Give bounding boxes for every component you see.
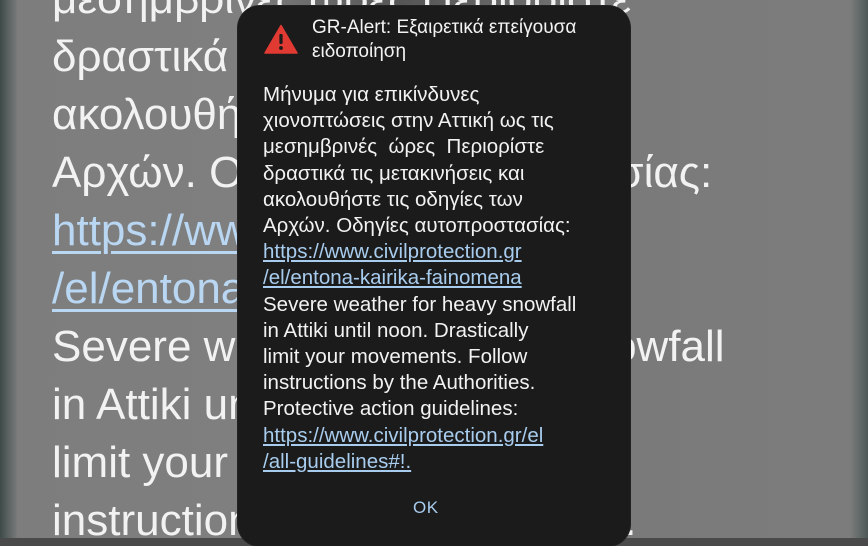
emergency-alert-dialog: GR-Alert: Εξαιρετικά επείγουσα ειδοποίησ… — [238, 6, 630, 546]
message-line: instructions by the Authorities. — [263, 371, 536, 395]
message-line: Protective action guidelines: — [263, 397, 519, 421]
message-line: limit your movements. Follow — [263, 345, 528, 369]
alert-header: GR-Alert: Εξαιρετικά επείγουσα ειδοποίησ… — [264, 16, 614, 64]
alert-title: GR-Alert: Εξαιρετικά επείγουσα ειδοποίησ… — [312, 17, 577, 62]
message-line: ακολουθήστε τις οδηγίες των — [263, 187, 523, 211]
warning-triangle-icon — [264, 24, 298, 54]
message-line: in Attiki until noon. Drastically — [263, 318, 529, 342]
message-line: χιονοπτώσεις στην Αττική ως τις — [263, 109, 554, 133]
guidelines-link-line[interactable]: https://www.civilprotection.gr/el — [263, 423, 623, 449]
message-line: Μήνυμα για επικίνδυνες — [263, 83, 480, 106]
message-line: μεσημβρινές ώρες Περιορίστε — [263, 135, 545, 159]
message-line: Αρχών. Οδηγίες αυτοπροστασίας: — [263, 214, 571, 238]
alert-message: Μήνυμα για επικίνδυνες χιονοπτώσεις στην… — [263, 82, 623, 475]
civilprotection-link-line[interactable]: https://www.civilprotection.gr — [263, 239, 623, 265]
message-line: Severe weather for heavy snowfall — [263, 292, 577, 316]
civilprotection-link-line[interactable]: /el/entona-kairika-fainomena — [263, 265, 623, 291]
message-line: δραστικά τις μετακινήσεις και — [263, 161, 525, 185]
ok-button[interactable]: OK — [413, 498, 439, 518]
guidelines-link-line[interactable]: /all-guidelines#!. — [263, 449, 623, 475]
